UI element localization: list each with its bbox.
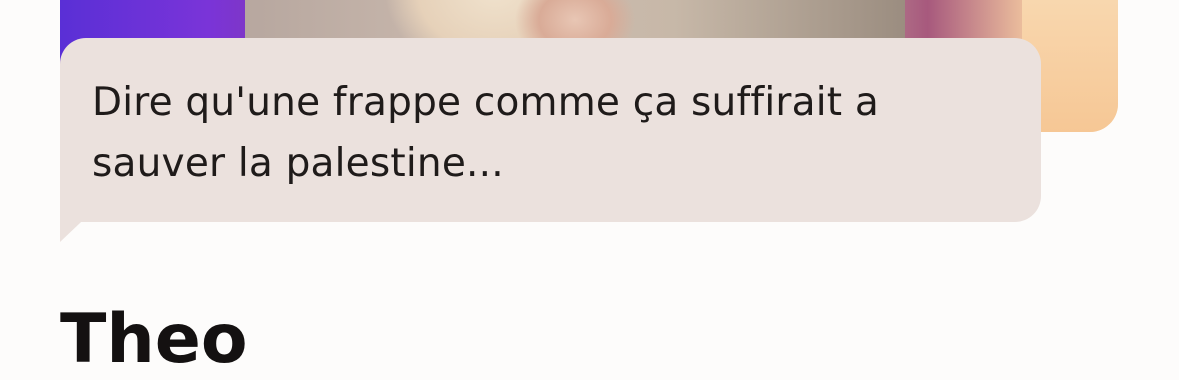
- sender-name: Theo: [60, 300, 248, 379]
- message-text: Dire qu'une frappe comme ça suffirait a …: [92, 80, 892, 186]
- message-bubble[interactable]: Dire qu'une frappe comme ça suffirait a …: [60, 38, 1041, 222]
- message-bubble-tail: [60, 206, 98, 242]
